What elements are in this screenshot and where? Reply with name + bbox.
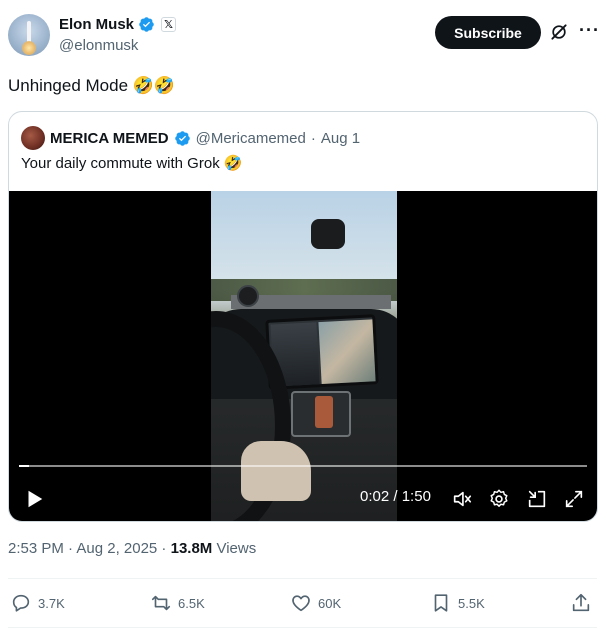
video-player[interactable]: 0:02 / 1:50 xyxy=(9,191,597,521)
video-time: 0:02 / 1:50 xyxy=(360,488,431,505)
tweet-timestamp[interactable]: 2:53 PM · Aug 2, 2025 · xyxy=(8,540,171,557)
reply-icon xyxy=(12,594,30,612)
video-duration: 1:50 xyxy=(401,488,431,505)
video-camera-mount xyxy=(311,219,345,249)
x-logo-icon[interactable]: 𝕏 xyxy=(161,17,177,32)
video-phone-mount xyxy=(237,285,259,307)
video-frame xyxy=(211,191,397,521)
bookmark-icon xyxy=(434,594,448,612)
bookmark-count: 5.5K xyxy=(458,595,485,611)
action-bar: 3.7K 6.5K 60K 5.5K xyxy=(8,588,597,618)
mute-icon[interactable] xyxy=(451,488,473,510)
video-progress-bar[interactable] xyxy=(19,465,587,467)
reply-count: 3.7K xyxy=(38,595,65,611)
video-time-separator: / xyxy=(389,488,402,505)
bookmark-button[interactable]: 5.5K xyxy=(430,592,485,614)
quoted-display-name[interactable]: MERICA MEMED xyxy=(50,130,169,147)
quoted-header: MERICA MEMED @Mericamemed · Aug 1 xyxy=(21,126,360,150)
play-icon[interactable] xyxy=(23,488,45,510)
author-avatar[interactable] xyxy=(8,14,50,56)
rocket-image xyxy=(27,21,31,43)
fullscreen-icon[interactable] xyxy=(563,488,585,510)
repost-count: 6.5K xyxy=(178,595,205,611)
tweet-header: Elon Musk 𝕏 @elonmusk Subscribe ··· xyxy=(8,14,599,58)
quoted-handle[interactable]: @Mericamemed xyxy=(196,130,306,147)
share-button[interactable] xyxy=(570,592,592,614)
video-phone xyxy=(315,396,333,428)
repost-button[interactable]: 6.5K xyxy=(150,592,205,614)
quoted-avatar[interactable] xyxy=(21,126,45,150)
rocket-plume xyxy=(22,41,36,55)
reply-button[interactable]: 3.7K xyxy=(10,592,65,614)
repost-icon xyxy=(151,595,171,611)
verified-badge-icon xyxy=(174,130,190,146)
quoted-date[interactable]: Aug 1 xyxy=(321,130,360,147)
video-elapsed: 0:02 xyxy=(360,488,390,505)
share-icon xyxy=(572,593,590,612)
subscribe-button[interactable]: Subscribe xyxy=(435,16,541,49)
views-count: 13.8M xyxy=(170,540,213,557)
quoted-text: Your daily commute with Grok 🤣 xyxy=(21,155,243,172)
tweet-meta: 2:53 PM · Aug 2, 2025 · 13.8M Views xyxy=(8,540,256,557)
grok-icon[interactable] xyxy=(549,22,569,42)
quoted-separator: · xyxy=(310,129,316,147)
views-label: Views xyxy=(212,540,257,557)
video-screen-nav xyxy=(318,319,376,385)
more-options-icon[interactable]: ··· xyxy=(579,20,600,41)
verified-badge-icon[interactable] xyxy=(138,16,155,33)
quoted-tweet[interactable]: MERICA MEMED @Mericamemed · Aug 1 Your d… xyxy=(8,111,598,522)
settings-icon[interactable] xyxy=(488,488,510,510)
divider-top xyxy=(8,578,597,579)
heart-icon xyxy=(292,595,310,612)
video-knee xyxy=(241,441,311,501)
video-progress-fill xyxy=(19,465,30,467)
minimize-icon[interactable] xyxy=(526,488,548,510)
author-display-name[interactable]: Elon Musk xyxy=(59,16,134,33)
like-button[interactable]: 60K xyxy=(290,592,341,614)
like-count: 60K xyxy=(318,595,342,611)
tweet-text: Unhinged Mode 🤣🤣 xyxy=(8,76,176,95)
divider-bottom xyxy=(8,627,597,628)
author-handle[interactable]: @elonmusk xyxy=(59,37,138,54)
author-name-row: Elon Musk 𝕏 xyxy=(59,16,177,33)
